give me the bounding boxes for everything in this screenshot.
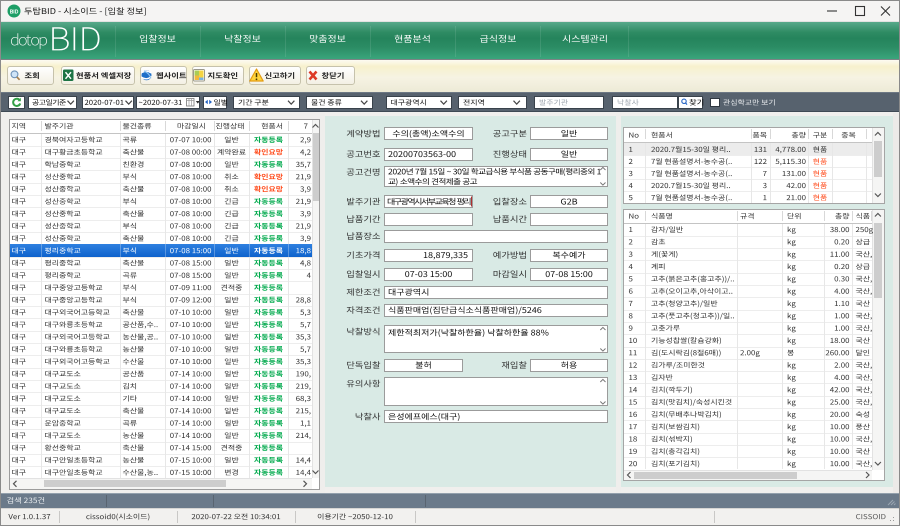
- svg-text:BID: BID: [10, 9, 19, 15]
